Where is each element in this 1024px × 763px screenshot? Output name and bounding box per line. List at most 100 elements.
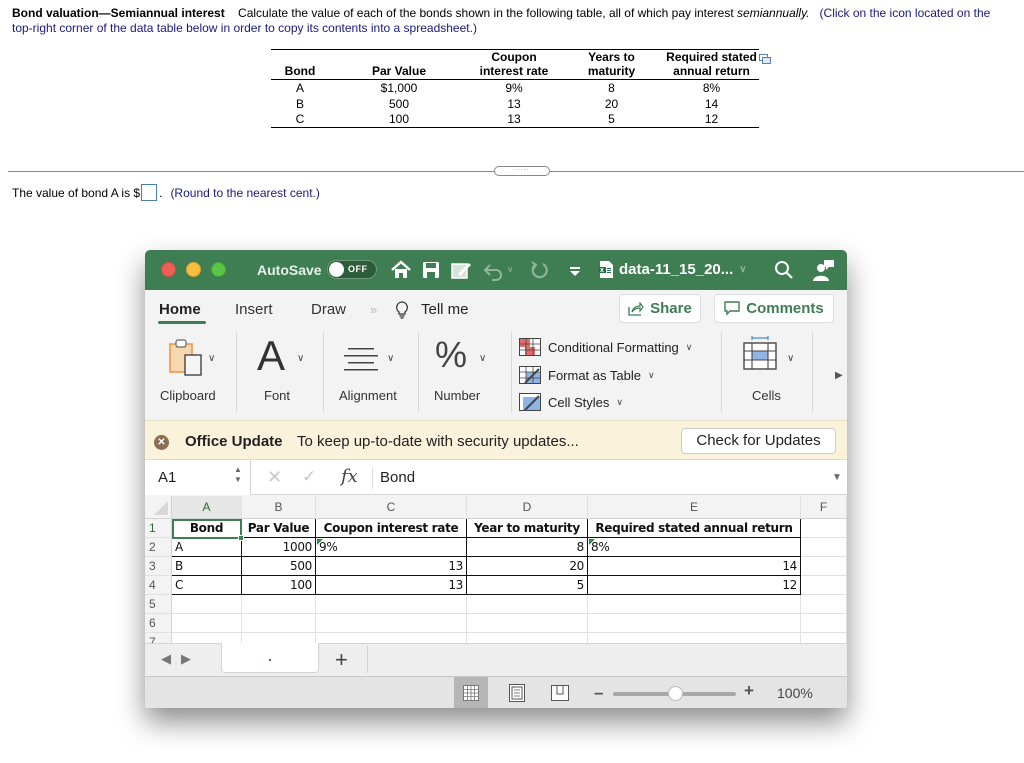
expand-formula-bar-icon[interactable]: ▼ (832, 472, 842, 483)
column-header-d[interactable]: D (467, 496, 588, 519)
column-header-a[interactable]: A (172, 496, 242, 519)
cell-e1[interactable]: Required stated annual return (588, 519, 801, 538)
cancel-formula-icon[interactable]: ✕ (267, 467, 282, 488)
cell-a5[interactable] (172, 595, 242, 614)
column-header-c[interactable]: C (316, 496, 467, 519)
copy-to-spreadsheet-icon[interactable] (759, 54, 771, 64)
cell-b5[interactable] (242, 595, 316, 614)
cell-f7[interactable] (801, 633, 847, 643)
cell-d4[interactable]: 5 (467, 576, 588, 595)
row-header-7[interactable]: 7 (145, 633, 172, 643)
zoom-slider-knob[interactable] (667, 686, 683, 701)
comments-button[interactable]: Comments (714, 294, 834, 323)
name-box-stepper-icon[interactable]: ▲ ▼ (234, 465, 242, 485)
row-header-1[interactable]: 1 (145, 519, 172, 538)
font-group[interactable]: A ∨ Font (237, 332, 323, 414)
cell-d1[interactable]: Year to maturity (467, 519, 588, 538)
confirm-formula-icon[interactable]: ✓ (302, 467, 316, 487)
cell-c5[interactable] (316, 595, 467, 614)
normal-view-button[interactable] (454, 677, 488, 708)
cell-a1[interactable]: Bond (172, 519, 242, 538)
insert-function-icon[interactable]: fx (341, 466, 358, 487)
number-dropdown-icon[interactable]: ∨ (479, 353, 486, 364)
cell-d7[interactable] (467, 633, 588, 643)
autosave-toggle[interactable]: OFF (327, 260, 377, 279)
column-header-f[interactable]: F (801, 496, 847, 519)
tab-draw[interactable]: Draw (311, 301, 346, 318)
maximize-window-button[interactable] (211, 262, 226, 277)
more-tabs-icon[interactable]: » (370, 302, 377, 317)
tab-insert[interactable]: Insert (235, 301, 273, 318)
cell-a2[interactable]: A (172, 538, 242, 557)
clipboard-group[interactable]: ∨ Clipboard (145, 336, 236, 414)
page-layout-view-button[interactable] (500, 677, 534, 708)
conditional-formatting-button[interactable]: Conditional Formatting ∨ (519, 338, 692, 356)
search-icon[interactable] (773, 259, 795, 281)
cell-f6[interactable] (801, 614, 847, 633)
divider-handle[interactable]: ····· (494, 166, 550, 176)
sheet-tab[interactable] (221, 643, 319, 673)
formula-input[interactable]: Bond (380, 469, 415, 486)
undo-icon[interactable] (482, 259, 504, 281)
close-window-button[interactable] (161, 262, 176, 277)
save-icon[interactable] (420, 259, 442, 281)
cell-b4[interactable]: 100 (242, 576, 316, 595)
cell-b2[interactable]: 1000 (242, 538, 316, 557)
edit-icon[interactable] (450, 259, 472, 281)
zoom-slider[interactable] (613, 686, 736, 701)
cell-c1[interactable]: Coupon interest rate (316, 519, 467, 538)
cells-dropdown-icon[interactable]: ∨ (787, 353, 794, 364)
cell-f2[interactable] (801, 538, 847, 557)
cell-b6[interactable] (242, 614, 316, 633)
cell-f4[interactable] (801, 576, 847, 595)
cell-f3[interactable] (801, 557, 847, 576)
cell-f1[interactable] (801, 519, 847, 538)
cell-c6[interactable] (316, 614, 467, 633)
row-header-3[interactable]: 3 (145, 557, 172, 576)
share-person-icon[interactable] (811, 258, 835, 282)
redo-icon[interactable] (528, 259, 550, 281)
cell-e6[interactable] (588, 614, 801, 633)
answer-input[interactable] (141, 184, 158, 201)
customize-toolbar-icon[interactable] (564, 259, 586, 281)
paste-dropdown-icon[interactable]: ∨ (208, 353, 215, 364)
cell-f5[interactable] (801, 595, 847, 614)
name-box[interactable]: A1 ▲ ▼ (145, 460, 251, 495)
share-button[interactable]: Share (619, 294, 701, 323)
cell-e4[interactable]: 12 (588, 576, 801, 595)
cell-d6[interactable] (467, 614, 588, 633)
cell-b1[interactable]: Par Value (242, 519, 316, 538)
cells-group[interactable]: ∨ Cells (722, 336, 812, 414)
cell-b7[interactable] (242, 633, 316, 643)
cell-styles-button[interactable]: Cell Styles ∨ (519, 393, 623, 411)
cell-c4[interactable]: 13 (316, 576, 467, 595)
zoom-in-button[interactable]: + (744, 681, 754, 701)
format-as-table-button[interactable]: Format as Table ∨ (519, 366, 655, 384)
cell-d2[interactable]: 8 (467, 538, 588, 557)
alignment-dropdown-icon[interactable]: ∨ (387, 353, 394, 364)
ribbon-scroll-right-icon[interactable]: ▶ (835, 370, 843, 381)
cell-a6[interactable] (172, 614, 242, 633)
alignment-group[interactable]: ∨ Alignment (324, 336, 418, 414)
dismiss-update-icon[interactable]: ✕ (154, 435, 169, 450)
cell-e2[interactable]: 8% (588, 538, 801, 557)
previous-sheet-icon[interactable]: ◀ (161, 651, 171, 667)
cell-e5[interactable] (588, 595, 801, 614)
document-dropdown-icon[interactable]: ∨ (739, 264, 746, 275)
tab-home[interactable]: Home (159, 301, 201, 318)
column-header-b[interactable]: B (242, 496, 316, 519)
cell-c3[interactable]: 13 (316, 557, 467, 576)
minimize-window-button[interactable] (186, 262, 201, 277)
cell-c7[interactable] (316, 633, 467, 643)
add-sheet-button[interactable]: + (335, 647, 348, 673)
number-group[interactable]: % ∨ Number (419, 334, 511, 414)
select-all-corner[interactable] (145, 496, 172, 519)
cell-a7[interactable] (172, 633, 242, 643)
spreadsheet-grid[interactable]: A B C D E F 1 2 3 4 5 6 7 Bond Par Value… (145, 496, 847, 643)
document-title[interactable]: X data-11_15_20... ∨ (599, 261, 747, 278)
next-sheet-icon[interactable]: ▶ (181, 651, 191, 667)
column-header-e[interactable]: E (588, 496, 801, 519)
undo-dropdown-icon[interactable]: ∨ (507, 264, 514, 275)
home-icon[interactable] (390, 259, 412, 281)
row-header-5[interactable]: 5 (145, 595, 172, 614)
